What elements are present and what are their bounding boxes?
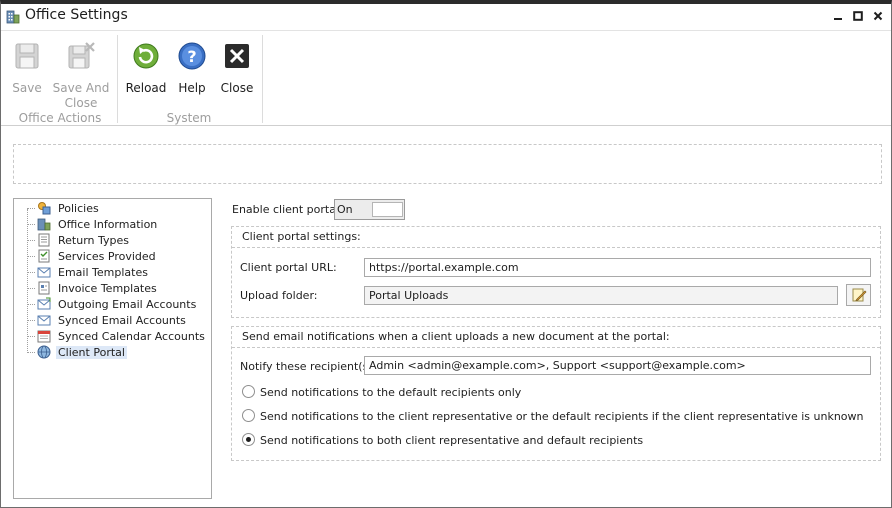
toggle-state-label: On	[337, 203, 353, 216]
browse-folder-button[interactable]	[846, 284, 871, 306]
document-icon	[38, 233, 50, 247]
radio-label: Send notifications to the client represe…	[260, 410, 864, 423]
save-close-icon	[68, 42, 95, 69]
divider	[232, 247, 880, 248]
save-and-close-button[interactable]: Save And Close	[51, 41, 111, 111]
tree-item-synced-calendar-accounts[interactable]: Synced Calendar Accounts	[27, 328, 207, 344]
upload-folder-input[interactable]: Portal Uploads	[364, 286, 838, 305]
portal-url-label: Client portal URL:	[240, 261, 337, 274]
building-icon	[6, 10, 20, 24]
toggle-knob[interactable]	[372, 202, 403, 217]
ribbon-toolbar: Save Save And Close Office Actions Reloa…	[1, 30, 891, 126]
reload-button[interactable]: Reload	[125, 41, 167, 96]
close-button[interactable]: Close	[217, 41, 257, 96]
upload-folder-label: Upload folder:	[240, 289, 318, 302]
tree-item-policies[interactable]: Policies	[27, 200, 207, 216]
radio-label: Send notifications to both client repres…	[260, 434, 644, 447]
title-bar: Office Settings	[1, 4, 891, 30]
svg-text:?: ?	[187, 47, 196, 66]
portal-url-input[interactable]: https://portal.example.com	[364, 258, 871, 277]
notification-settings-title: Send email notifications when a client u…	[242, 330, 670, 343]
close-x-icon	[225, 44, 249, 68]
portal-settings-title: Client portal settings:	[242, 230, 361, 243]
save-label: Save	[12, 81, 42, 95]
radio-client-rep-or-default[interactable]	[242, 409, 255, 422]
tree-item-label: Invoice Templates	[58, 281, 157, 295]
radio-both-client-rep-and-default[interactable]	[242, 433, 255, 446]
tree-item-label: Policies	[58, 201, 99, 215]
tree-item-synced-email-accounts[interactable]: Synced Email Accounts	[27, 312, 207, 328]
group-separator	[262, 35, 263, 123]
group-label-office-actions: Office Actions	[18, 111, 102, 125]
tree-item-outgoing-email-accounts[interactable]: Outgoing Email Accounts	[27, 296, 207, 312]
tree-item-label: Office Information	[58, 217, 158, 231]
building-icon	[37, 218, 51, 231]
checklist-icon	[38, 249, 50, 263]
info-panel	[13, 144, 882, 184]
close-icon	[873, 11, 883, 21]
window-close-button[interactable]	[869, 7, 887, 25]
tree-item-label: Return Types	[58, 233, 129, 247]
outgoing-email-icon	[37, 297, 51, 310]
office-settings-window: Office Settings Save Save And Close Offi…	[0, 0, 892, 508]
group-label-system: System	[166, 111, 212, 125]
policies-icon	[38, 202, 51, 215]
tree-item-label: Synced Calendar Accounts	[58, 329, 205, 343]
settings-tree: Policies Office Information Return Types	[13, 198, 212, 499]
group-separator	[117, 35, 118, 123]
tree-item-office-information[interactable]: Office Information	[27, 216, 207, 232]
tree-item-services-provided[interactable]: Services Provided	[27, 248, 207, 264]
save-and-close-label-line1: Save And	[52, 81, 110, 95]
tree-item-label: Client Portal	[56, 345, 127, 359]
tree-item-return-types[interactable]: Return Types	[27, 232, 207, 248]
calendar-icon	[37, 330, 51, 343]
window-title: Office Settings	[25, 7, 128, 23]
floppy-disk-icon	[15, 43, 39, 69]
edit-note-icon	[852, 288, 866, 302]
maximize-icon	[853, 11, 863, 21]
radio-default-recipients-only[interactable]	[242, 385, 255, 398]
close-label: Close	[220, 81, 254, 95]
enable-portal-label: Enable client portal:	[232, 203, 343, 216]
help-button[interactable]: ? Help	[173, 41, 211, 96]
save-and-close-label-line2: Close	[64, 96, 98, 110]
maximize-button[interactable]	[849, 7, 867, 25]
invoice-icon	[38, 281, 50, 295]
enable-portal-toggle[interactable]: On	[334, 199, 405, 220]
tree-item-label: Outgoing Email Accounts	[58, 297, 197, 311]
globe-icon	[37, 345, 51, 359]
reload-icon	[133, 43, 159, 69]
tree-item-label: Synced Email Accounts	[58, 313, 186, 327]
tree-item-label: Services Provided	[58, 249, 156, 263]
recipients-label: Notify these recipient(s):	[240, 360, 377, 373]
radio-label: Send notifications to the default recipi…	[260, 386, 522, 399]
synced-email-icon	[37, 315, 51, 326]
save-button[interactable]: Save	[9, 41, 45, 96]
tree-item-label: Email Templates	[58, 265, 148, 279]
tree-item-invoice-templates[interactable]: Invoice Templates	[27, 280, 207, 296]
minimize-button[interactable]	[829, 7, 847, 25]
tree-item-client-portal[interactable]: Client Portal	[27, 344, 207, 360]
email-icon	[37, 267, 51, 278]
tree-item-email-templates[interactable]: Email Templates	[27, 264, 207, 280]
help-label: Help	[178, 81, 206, 95]
minimize-icon	[834, 18, 842, 20]
divider	[232, 347, 880, 348]
recipients-input[interactable]: Admin <admin@example.com>, Support <supp…	[364, 356, 871, 375]
reload-label: Reload	[125, 81, 167, 95]
help-icon: ?	[178, 42, 206, 70]
